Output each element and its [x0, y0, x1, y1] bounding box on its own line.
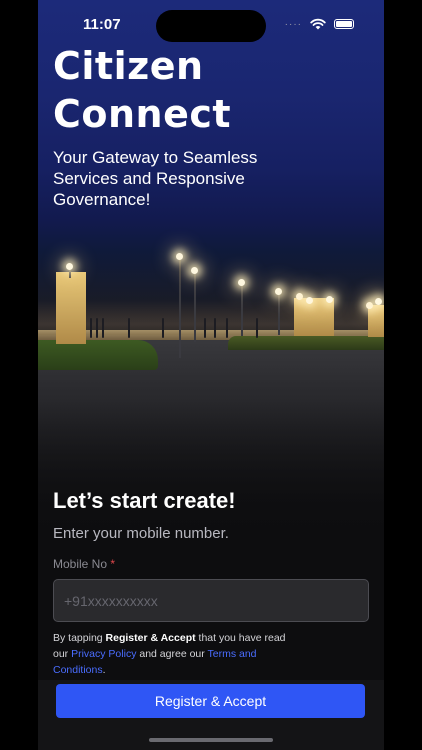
mobile-label-text: Mobile No	[53, 557, 108, 571]
home-indicator	[149, 738, 273, 742]
required-marker: *	[110, 557, 116, 571]
privacy-policy-link[interactable]: Privacy Policy	[71, 648, 136, 660]
cellular-signal-icon: ····	[284, 18, 302, 30]
status-icons: ····	[285, 18, 354, 30]
form-headline: Let’s start create!	[53, 488, 236, 513]
consent-text-part: and agree our	[136, 648, 208, 660]
app-title-line-1: Citizen	[53, 44, 204, 88]
form-instruction: Enter your mobile number.	[53, 525, 229, 542]
dynamic-island	[156, 10, 266, 42]
wifi-icon	[310, 18, 326, 30]
consent-text-part: By tapping	[53, 632, 106, 644]
battery-icon	[334, 19, 354, 29]
consent-action-name: Register & Accept	[105, 632, 196, 644]
app-tagline: Your Gateway to Seamless Services and Re…	[53, 148, 258, 209]
consent-text: By tapping Register & Accept that you ha…	[53, 630, 293, 678]
status-time: 11:07	[83, 16, 121, 33]
app-screen: 11:07 ···· Citizen Connect Your Gateway …	[38, 0, 384, 750]
mobile-number-input[interactable]	[53, 579, 369, 622]
app-title-line-2: Connect	[53, 92, 232, 136]
app-title: Citizen Connect	[53, 42, 231, 138]
consent-text-part: .	[102, 664, 106, 676]
mobile-field-label: Mobile No *	[53, 557, 115, 571]
register-accept-button[interactable]: Register & Accept	[56, 684, 365, 718]
